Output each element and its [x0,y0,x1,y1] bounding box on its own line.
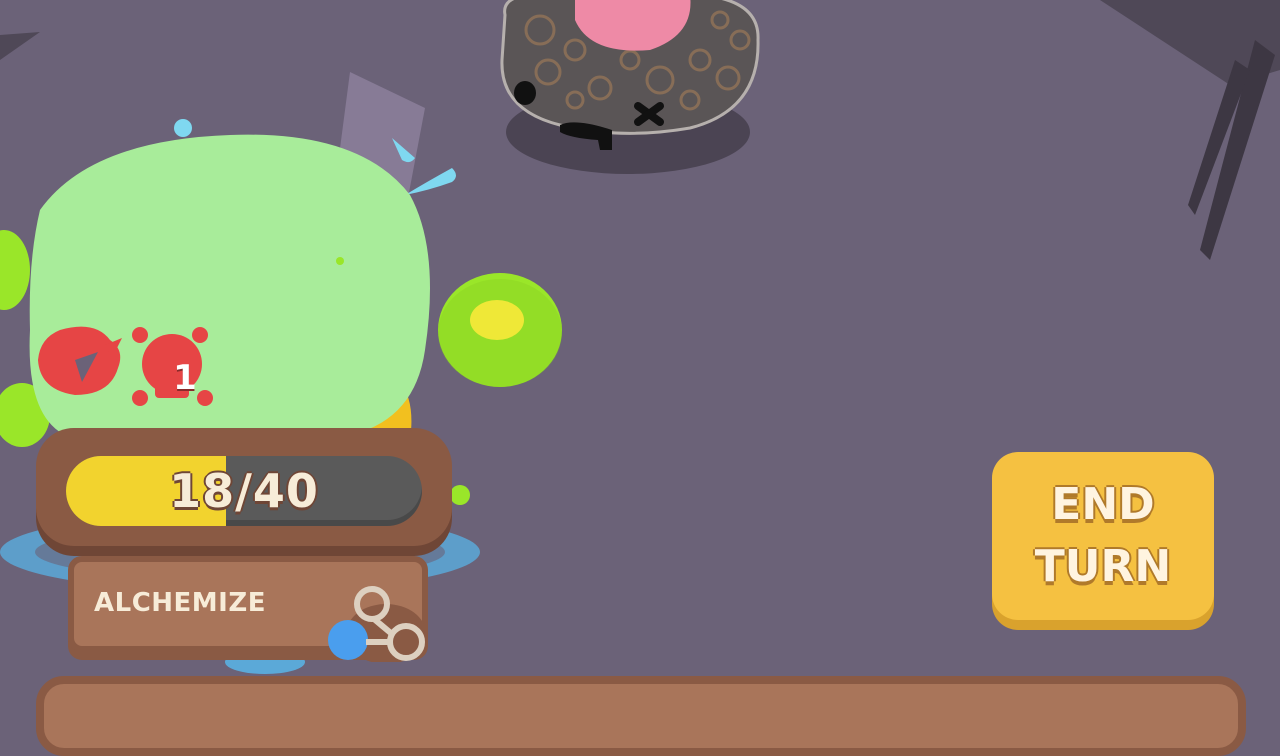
molecule-icon [328,586,426,662]
hp-text: 18/40 [169,464,319,518]
bottom-panel [36,676,1246,756]
end-turn-label-line1: END [1051,479,1155,530]
alchemize-button[interactable]: ALCHEMIZE [68,556,428,662]
end-turn-button[interactable]: END TURN [992,452,1214,620]
status-effect-count: 1 [173,358,197,398]
player-slime [29,134,430,440]
hp-bar: 18/40 [66,456,422,526]
end-turn-label-line2: TURN [1034,541,1172,592]
hp-panel: 18/40 [36,428,452,546]
alchemize-label: ALCHEMIZE [94,588,266,618]
player-hud: 18/40 ALCHEMIZE [36,428,456,678]
